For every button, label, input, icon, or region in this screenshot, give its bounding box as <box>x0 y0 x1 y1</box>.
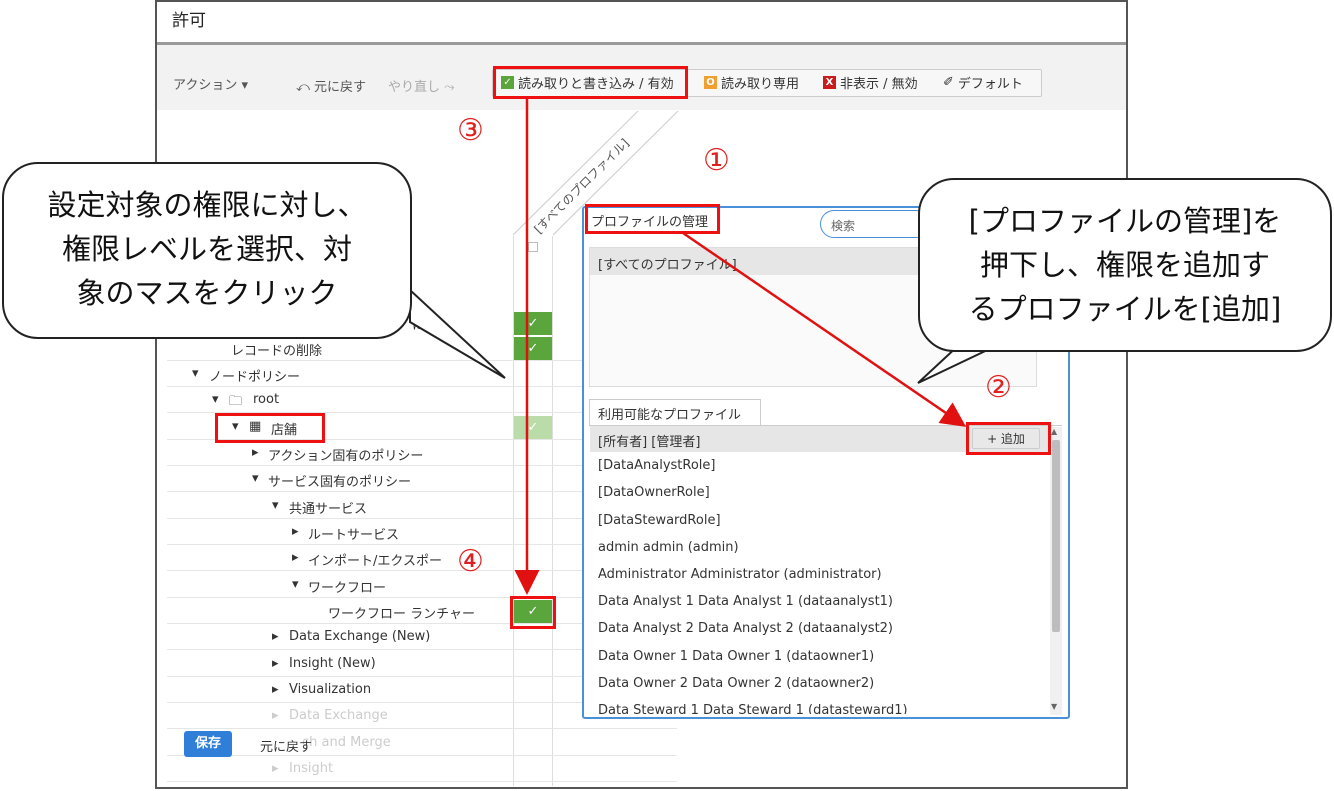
step-2-label: ② <box>985 370 1012 405</box>
highlight-cell <box>510 596 556 629</box>
step-4-label: ④ <box>457 544 484 579</box>
highlight-store <box>215 413 325 443</box>
callout-instruction-right: [プロファイルの管理]を 押下し、権限を追加す るプロファイルを[追加] <box>918 178 1332 352</box>
highlight-add-button <box>966 422 1051 455</box>
step-3-label: ③ <box>457 113 484 148</box>
highlight-manage-profiles <box>585 204 720 234</box>
callout-instruction-left: 設定対象の権限に対し、 権限レベルを選択、対 象のマスをクリック <box>2 162 412 339</box>
step-1-label: ① <box>703 143 730 178</box>
annotation-arrows <box>409 98 1001 595</box>
highlight-read-write <box>493 66 688 99</box>
